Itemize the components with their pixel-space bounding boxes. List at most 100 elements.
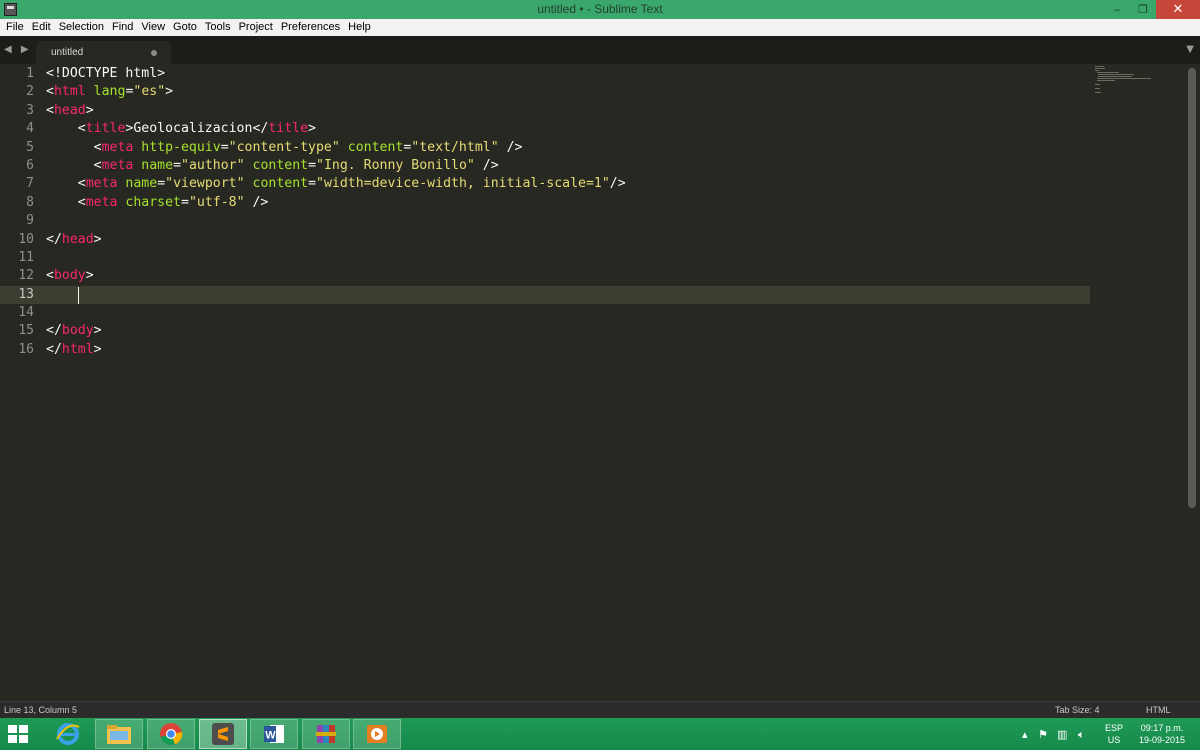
keyboard-layout: US [1107, 735, 1121, 745]
line-number: 16 [18, 341, 34, 357]
unsaved-dot-icon[interactable] [151, 50, 157, 56]
code-token-attr: lang [93, 84, 126, 100]
code-token-str: "content-type" [228, 139, 340, 155]
internet-explorer-icon[interactable] [44, 719, 92, 749]
tab-bar: ◀ ▶ untitled ▼ [0, 36, 1200, 64]
code-line[interactable]: </head> [46, 231, 626, 249]
code-line[interactable]: <meta name="author" content="Ing. Ronny … [46, 157, 626, 175]
code-token-txt: < [46, 84, 54, 100]
tab-nav-arrows-icon[interactable]: ◀ ▶ [4, 44, 32, 55]
code-line[interactable] [46, 286, 626, 304]
windows-start-icon[interactable] [8, 725, 29, 744]
line-number: 10 [18, 231, 34, 247]
volume-icon[interactable]: 🔈︎ [1078, 728, 1085, 742]
show-hidden-icons-icon[interactable]: ▴ [1022, 728, 1028, 741]
code-token-str: "viewport" [165, 176, 245, 192]
code-token-txt: < [46, 268, 54, 284]
code-editor[interactable]: 1 2 3 4 5 6 7 8 9 10 11 12 13 14 15 16 <!DOCTYPE html> <… [0, 64, 1200, 701]
clock[interactable]: 09:17 p.m. 19-09-2015 [1136, 722, 1188, 746]
code-line[interactable]: <meta name="viewport" content="width=dev… [46, 175, 626, 193]
code-token-txt: = [173, 157, 182, 173]
code-token-txt: = [220, 139, 229, 155]
code-line[interactable] [46, 304, 626, 322]
minimap[interactable] [1095, 66, 1155, 93]
chrome-icon[interactable] [147, 719, 195, 749]
code-token-tag: meta [101, 139, 134, 155]
menu-file[interactable]: File [2, 19, 28, 36]
code-token-tag: meta [101, 157, 134, 173]
code-token-txt: < [46, 194, 86, 210]
code-line[interactable]: <!DOCTYPE html> [46, 65, 626, 83]
code-line[interactable]: <meta charset="utf-8" /> [46, 194, 626, 212]
menu-selection[interactable]: Selection [55, 19, 108, 36]
word-icon[interactable]: W [250, 719, 298, 749]
media-player-icon[interactable] [353, 719, 401, 749]
code-line[interactable]: <meta http-equiv="content-type" content=… [46, 139, 626, 157]
code-token-txt: </ [46, 323, 62, 339]
minimize-button[interactable]: ‒ [1104, 0, 1130, 19]
code-token-attr: name [125, 176, 158, 192]
action-center-flag-icon[interactable]: ⚑ [1038, 728, 1048, 741]
menu-help[interactable]: Help [344, 19, 375, 36]
sublime-text-taskbar-icon[interactable] [199, 719, 247, 749]
code-line[interactable]: <title>Geolocalizacion</title> [46, 120, 626, 138]
line-number: 6 [26, 157, 34, 173]
code-line[interactable]: </html> [46, 341, 626, 359]
code-token-txt: /> [609, 176, 626, 192]
code-token-tag: title [85, 121, 126, 137]
code-line[interactable]: <body> [46, 267, 626, 285]
tab-dropdown-icon[interactable]: ▼ [1186, 44, 1194, 55]
code-token-txt: = [181, 194, 189, 210]
code-line[interactable]: <html lang="es"> [46, 83, 626, 101]
code-token-txt: >Geolocalizacion</ [125, 121, 269, 137]
maximize-button[interactable]: ❐ [1130, 0, 1156, 19]
code-token-str: "Ing. Ronny Bonillo" [316, 157, 475, 173]
code-token-str: "utf-8" [188, 194, 245, 210]
file-explorer-icon[interactable] [95, 719, 143, 749]
close-button[interactable]: ✕ [1156, 0, 1200, 19]
code-token-txt: < [46, 157, 102, 173]
menu-tools[interactable]: Tools [201, 19, 235, 36]
code-token-str: "text/html" [411, 139, 499, 155]
code-line[interactable]: </body> [46, 322, 626, 340]
code-line[interactable] [46, 249, 626, 267]
clock-time: 09:17 p.m. [1140, 723, 1184, 733]
code-token-tag: title [268, 121, 309, 137]
code-token-txt: > [93, 341, 102, 357]
line-number: 4 [26, 121, 34, 137]
clock-date: 19-09-2015 [1138, 735, 1186, 745]
code-token-tag: meta [85, 194, 118, 210]
code-token-tag: html [61, 341, 94, 357]
svg-text:W: W [265, 730, 276, 742]
line-number: 15 [18, 323, 34, 339]
code-area[interactable]: <!DOCTYPE html> <html lang="es"> <head> <t… [46, 65, 626, 359]
winrar-icon[interactable] [302, 719, 350, 749]
code-token-txt: = [308, 176, 317, 192]
network-icon[interactable]: ▥ [1057, 728, 1067, 741]
menu-project[interactable]: Project [235, 19, 277, 36]
code-token-txt: < [46, 121, 86, 137]
code-line[interactable]: <head> [46, 102, 626, 120]
code-token-txt: > [165, 84, 174, 100]
status-bar: Line 13, Column 5 Tab Size: 4 HTML [0, 701, 1200, 718]
vertical-scrollbar[interactable] [1188, 68, 1196, 508]
code-token-attr: content [347, 139, 404, 155]
menu-edit[interactable]: Edit [28, 19, 55, 36]
code-token-txt: </ [46, 341, 62, 357]
menu-view[interactable]: View [137, 19, 169, 36]
code-token-txt: < [46, 102, 54, 118]
code-token-tag: body [53, 268, 86, 284]
code-line[interactable] [46, 212, 626, 230]
input-language[interactable]: ESP US [1105, 722, 1123, 746]
menu-goto[interactable]: Goto [169, 19, 201, 36]
menu-find[interactable]: Find [108, 19, 137, 36]
menu-preferences[interactable]: Preferences [277, 19, 344, 36]
tab-size-selector[interactable]: Tab Size: 4 [1055, 705, 1100, 715]
syntax-selector[interactable]: HTML [1146, 705, 1171, 715]
code-token-txt: = [308, 157, 317, 173]
text-cursor [78, 287, 79, 304]
tab-untitled[interactable]: untitled [36, 41, 171, 64]
code-token-str: "width=device-width, initial-scale=1" [316, 176, 610, 192]
line-number: 13 [18, 286, 34, 302]
line-number: 5 [26, 139, 34, 155]
